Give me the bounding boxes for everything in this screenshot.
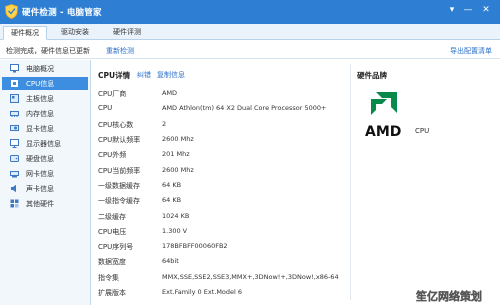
row-label: CPU厂商 [98,90,127,98]
sidebar-item-other-hardware[interactable]: 其他硬件 [2,197,88,210]
close-button[interactable]: ✕ [480,5,492,16]
sidebar-item-network[interactable]: 网卡信息 [2,167,88,180]
rescan-link[interactable]: 重新检测 [106,46,134,56]
row-value: AMD Athlon(tm) 64 X2 Dual Core Processor… [162,104,327,112]
network-icon [10,171,19,178]
svg-text:笙亿网络策划: 笙亿网络策划 [416,289,482,303]
app-shield-icon [5,4,18,19]
row-label: CPU当前频率 [98,167,141,175]
row-label: 扩展版本 [98,289,126,297]
window-title: 硬件检测 - 电脑管家 [22,8,102,18]
sidebar: 电脑概况 CPU信息 主板信息 内存信息 显卡信息 显示器信息 硬盘信息 网卡信… [0,60,91,305]
sidebar-item-gpu[interactable]: 显卡信息 [2,122,88,135]
disk-icon [10,155,19,162]
sidebar-item-label: CPU信息 [26,80,55,88]
tab-bar: 硬件概况 驱动安装 硬件评测 [0,24,500,40]
sidebar-item-label: 显卡信息 [26,125,54,133]
watermark: 笙亿网络策划 [416,289,482,303]
row-label: 一级指令缓存 [98,197,140,205]
sidebar-item-label: 网卡信息 [26,170,54,178]
cpu-detail-panel: CPU详情 纠错 复制信息 CPU厂商 AMD CPU AMD Athlon(t… [92,60,500,305]
row-value: 64 KB [162,196,182,204]
svg-text:AMD: AMD [365,124,401,140]
sidebar-item-computer-overview[interactable]: 电脑概况 [2,62,88,75]
other-hardware-icon [10,199,19,208]
sidebar-item-disk[interactable]: 硬盘信息 [2,152,88,165]
row-value: 1.300 V [162,227,188,235]
row-value: Ext.Family 0 Ext.Model 6 [162,288,243,296]
sidebar-item-label: 内存信息 [26,110,54,118]
amd-logo: AMD [365,92,401,140]
row-value: 64bit [162,257,179,265]
sidebar-item-sound[interactable]: 声卡信息 [2,182,88,195]
row-label: CPU序列号 [98,243,134,251]
row-label: 一级数据缓存 [98,182,140,190]
status-row: 检测完成，硬件信息已更新 重新检测 导出配置清单 [0,41,500,59]
gpu-icon [10,125,19,131]
row-label: CPU外频 [98,151,127,159]
sidebar-item-motherboard[interactable]: 主板信息 [2,92,88,105]
monitor-icon [10,139,19,148]
row-value: 2600 Mhz [162,166,194,174]
row-label: 二级缓存 [98,213,126,221]
menu-dropdown-icon[interactable]: ▾ [446,5,458,16]
sidebar-item-label: 电脑概况 [26,65,54,73]
sidebar-item-memory[interactable]: 内存信息 [2,107,88,120]
row-value: 201 Mhz [162,150,190,158]
sidebar-item-monitor[interactable]: 显示器信息 [2,137,88,150]
sound-icon [11,184,16,193]
cpu-detail-title: CPU详情 [98,71,131,80]
row-value: 1024 KB [162,212,190,220]
row-value: 2 [162,120,167,128]
memory-icon [10,111,19,117]
export-config-link[interactable]: 导出配置清单 [450,46,492,56]
row-label: CPU核心数 [98,121,134,129]
row-label: 指令集 [98,274,119,282]
row-value: MMX,SSE,SSE2,SSE3,MMX+,3DNow!+,3DNow!,x8… [162,273,339,281]
hardware-brand-panel: 硬件品牌 AMD CPU [350,64,496,300]
tab-hardware-overview[interactable]: 硬件概况 [3,26,47,40]
row-value: 64 KB [162,181,182,189]
report-error-link[interactable]: 纠错 [137,70,151,80]
brand-cpu-label: CPU [415,127,430,135]
row-value: 2600 Mhz [162,135,194,143]
sidebar-item-cpu[interactable]: CPU信息 [2,77,88,90]
row-label: CPU默认频率 [98,136,141,144]
row-label: CPU电压 [98,228,127,236]
sidebar-item-label: 其他硬件 [26,200,54,208]
row-value: 178BFBFF00060FB2 [162,242,228,250]
sidebar-item-label: 声卡信息 [26,185,54,193]
minimize-button[interactable]: — [462,5,474,16]
row-label: CPU [98,104,113,112]
tab-hardware-benchmark[interactable]: 硬件评测 [105,26,149,40]
hardware-brand-title: 硬件品牌 [357,71,387,80]
motherboard-icon [10,94,19,103]
cpu-icon [11,80,18,87]
copy-info-link[interactable]: 复制信息 [157,70,185,80]
sidebar-item-label: 显示器信息 [26,140,61,148]
computer-icon [10,64,19,73]
status-text: 检测完成，硬件信息已更新 [6,47,90,55]
row-value: AMD [162,89,178,97]
tab-driver-install[interactable]: 驱动安装 [53,26,97,40]
sidebar-item-label: 主板信息 [26,95,54,103]
row-label: 数据宽度 [98,258,126,266]
title-bar: 硬件检测 - 电脑管家 ▾ — ✕ [0,0,500,24]
sidebar-item-label: 硬盘信息 [26,155,54,163]
